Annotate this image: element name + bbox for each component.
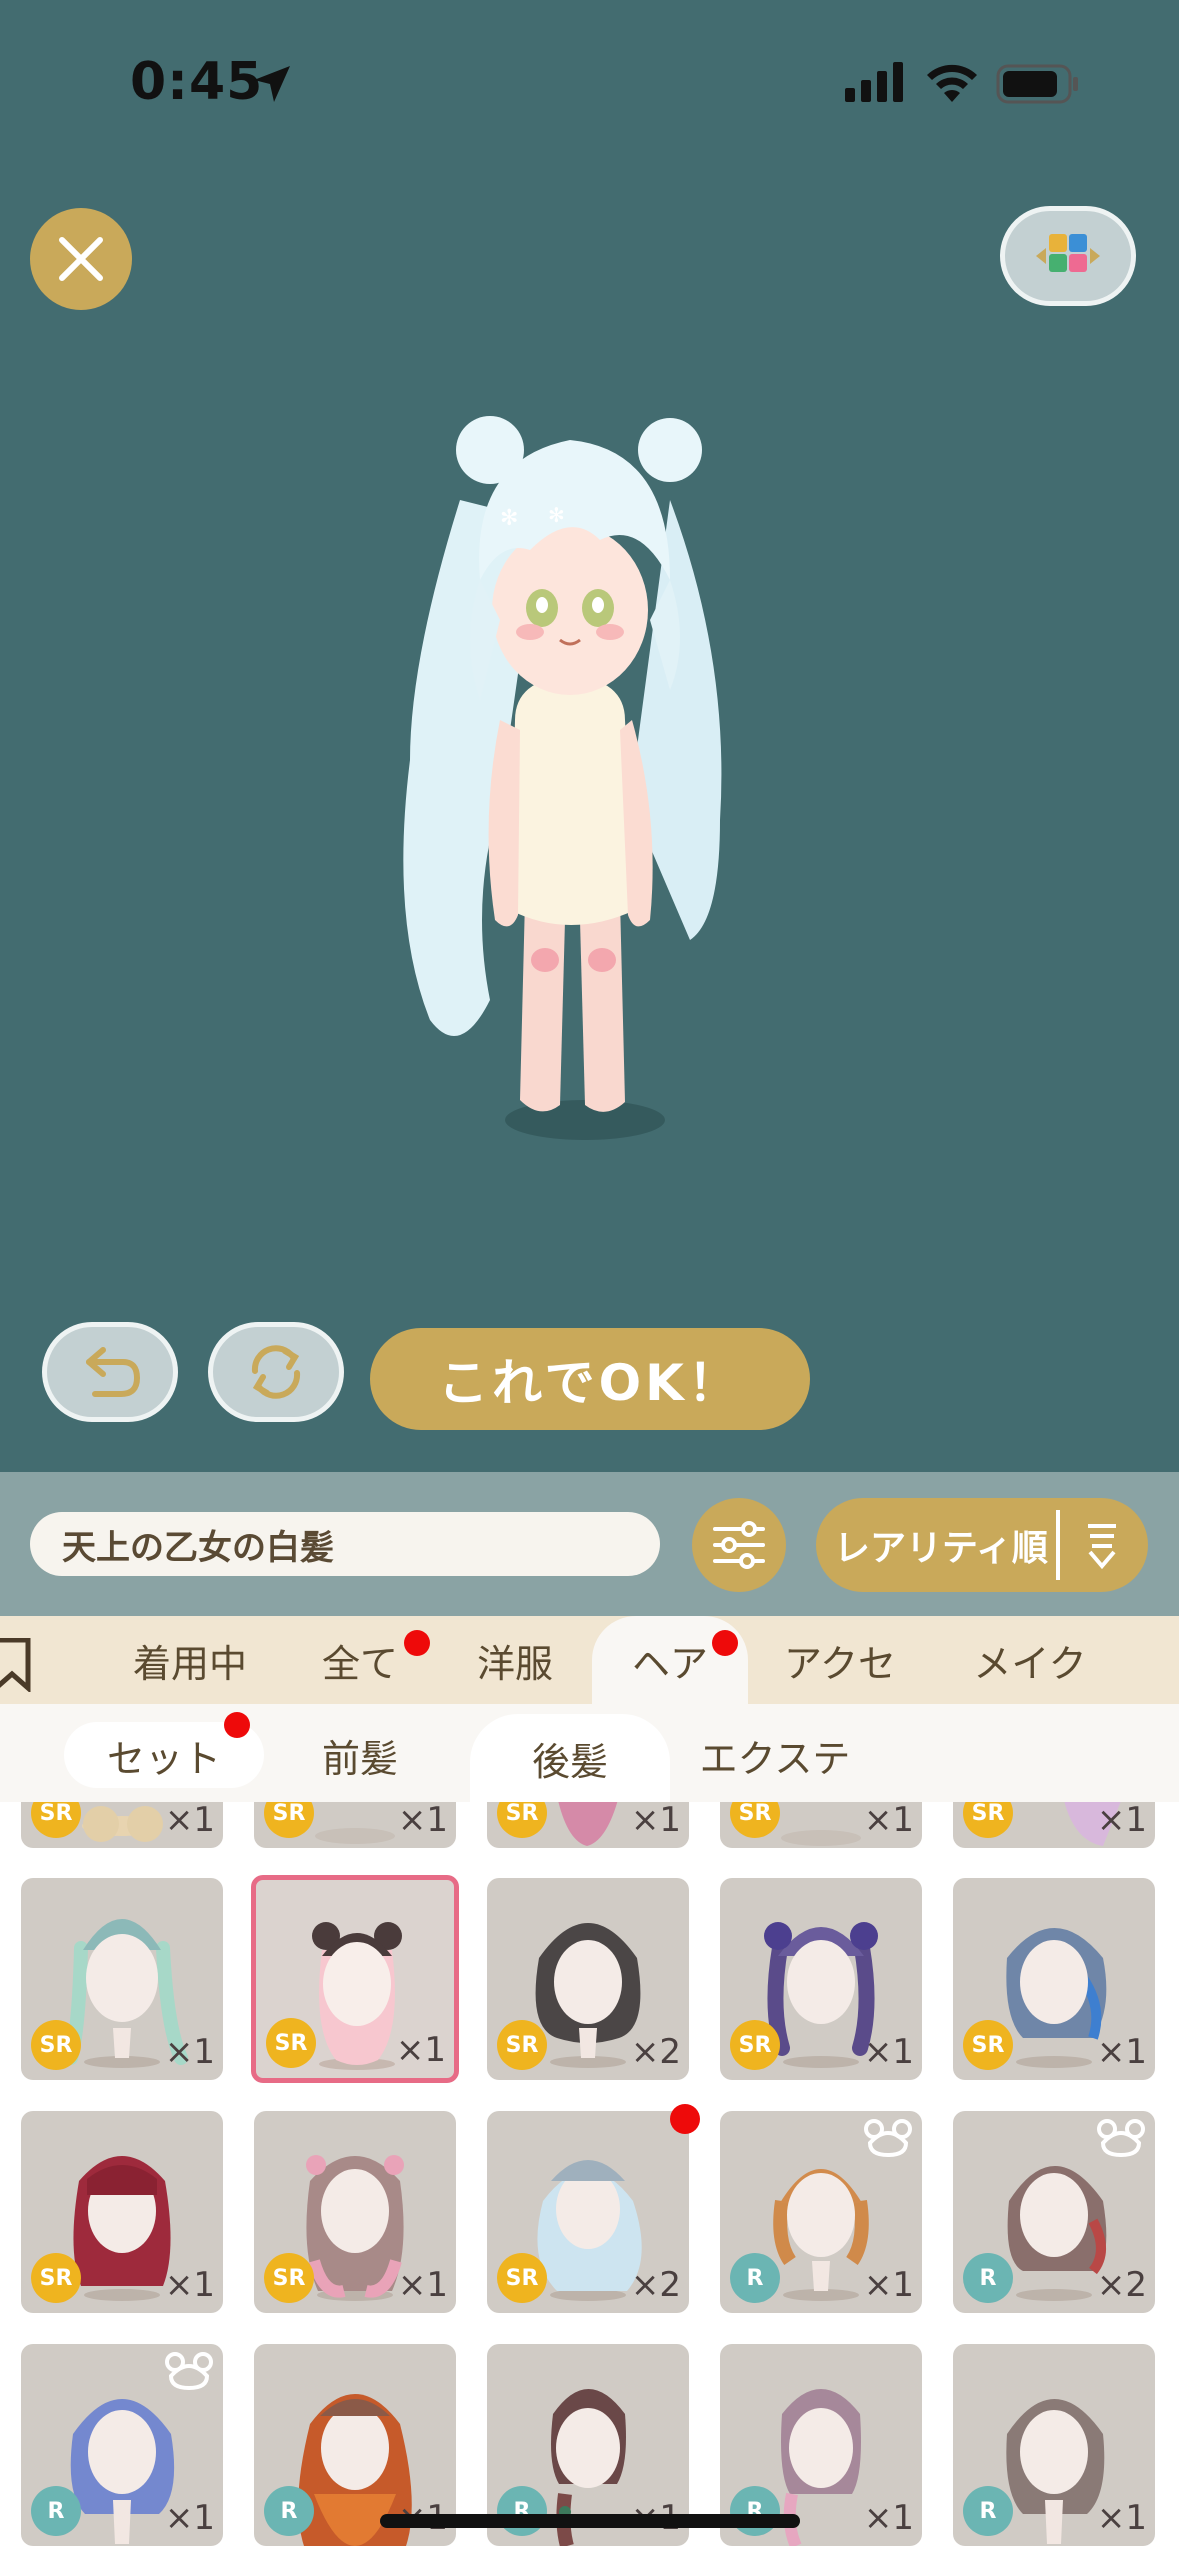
hair-item[interactable]: SR ×1 bbox=[720, 1878, 922, 2080]
confirm-ok-button[interactable]: これでOK！ bbox=[370, 1328, 810, 1430]
item-quantity: ×1 bbox=[397, 2265, 448, 2305]
tab-clothes[interactable]: 洋服 bbox=[445, 1616, 585, 1704]
rarity-badge: SR bbox=[497, 2020, 547, 2070]
rarity-badge: R bbox=[730, 2253, 780, 2303]
rarity-badge: R bbox=[497, 2486, 547, 2536]
notification-dot bbox=[712, 1630, 738, 1656]
hair-item[interactable]: SR ×1 bbox=[254, 1802, 456, 1848]
tab-wearing[interactable]: 着用中 bbox=[110, 1616, 270, 1704]
rarity-badge: SR bbox=[264, 2253, 314, 2303]
hair-item[interactable]: R ×1 bbox=[21, 2344, 223, 2546]
item-quantity: ×2 bbox=[630, 2265, 681, 2305]
hair-item[interactable]: SR ×1 bbox=[254, 2111, 456, 2313]
rarity-badge: R bbox=[963, 2486, 1013, 2536]
item-quantity: ×2 bbox=[1096, 2265, 1147, 2305]
color-grid-icon bbox=[1036, 234, 1100, 272]
hair-item[interactable]: SR ×1 bbox=[953, 1878, 1155, 2080]
search-input[interactable]: 天上の乙女の白髪 bbox=[30, 1512, 660, 1576]
battery-icon bbox=[996, 64, 1078, 104]
item-quantity: ×1 bbox=[395, 2030, 446, 2070]
notification-dot bbox=[404, 1630, 430, 1656]
item-quantity: ×1 bbox=[863, 2498, 914, 2538]
item-grid: SR ×1 SR ×1 SR ×1 SR ×1 SR ×1 SR ×1 SR ×… bbox=[0, 1802, 1179, 2556]
avatar-character: ✻ ✻ bbox=[403, 416, 722, 1140]
rarity-badge: SR bbox=[730, 2020, 780, 2070]
subtab-front-hair[interactable]: 前髪 bbox=[280, 1722, 440, 1788]
bear-ears-icon bbox=[864, 2119, 912, 2157]
item-quantity: ×2 bbox=[630, 2032, 681, 2072]
bookmark-icon[interactable] bbox=[0, 1638, 34, 1692]
hair-item[interactable]: R ×1 bbox=[720, 2111, 922, 2313]
hair-item[interactable]: SR ×2 bbox=[487, 1878, 689, 2080]
avatar-stage: 0:45 ✻ ✻ これでOK！ bbox=[0, 0, 1179, 1472]
hair-item[interactable]: SR ×2 bbox=[487, 2111, 689, 2313]
home-indicator[interactable] bbox=[380, 2514, 800, 2528]
hair-item[interactable]: SR ×1 bbox=[21, 2111, 223, 2313]
subtab-back-hair[interactable]: 後髪 bbox=[470, 1714, 670, 1802]
close-icon bbox=[59, 237, 103, 281]
cellular-signal-icon bbox=[845, 62, 903, 102]
rarity-badge: SR bbox=[31, 2020, 81, 2070]
notification-dot bbox=[670, 2104, 700, 2134]
sort-label: レアリティ順 bbox=[834, 1528, 1048, 1569]
tab-makeup[interactable]: メイク bbox=[950, 1616, 1110, 1704]
hair-sub-tabs: セット 前髪 後髪 エクステ bbox=[0, 1704, 1179, 1802]
rarity-badge: SR bbox=[31, 2253, 81, 2303]
svg-text:✻: ✻ bbox=[548, 503, 565, 527]
item-quantity: ×1 bbox=[1096, 2032, 1147, 2072]
bear-ears-icon bbox=[1097, 2119, 1145, 2157]
close-button[interactable] bbox=[30, 208, 132, 310]
location-arrow-icon bbox=[254, 66, 290, 102]
wifi-icon bbox=[927, 64, 977, 102]
rarity-badge: R bbox=[963, 2253, 1013, 2303]
rarity-badge: SR bbox=[497, 2253, 547, 2303]
item-quantity: ×1 bbox=[397, 1802, 448, 1840]
notification-dot bbox=[224, 1712, 250, 1738]
item-quantity: ×1 bbox=[863, 1802, 914, 1840]
hair-item[interactable]: SR ×1 bbox=[21, 1878, 223, 2080]
tab-accessory[interactable]: アクセ bbox=[760, 1616, 920, 1704]
status-bar: 0:45 bbox=[0, 0, 1179, 170]
hair-item[interactable]: SR ×1 bbox=[21, 1802, 223, 1848]
hair-item[interactable]: R ×1 bbox=[953, 2344, 1155, 2546]
hair-item[interactable]: SR ×1 bbox=[720, 1802, 922, 1848]
status-time: 0:45 bbox=[130, 52, 264, 112]
sort-order-icon bbox=[1088, 1524, 1116, 1570]
rarity-badge: R bbox=[31, 2486, 81, 2536]
undo-button[interactable] bbox=[42, 1322, 178, 1422]
sliders-icon bbox=[713, 1521, 765, 1569]
hair-item[interactable]: SR ×1 bbox=[487, 1802, 689, 1848]
rarity-badge: SR bbox=[963, 2020, 1013, 2070]
item-quantity: ×1 bbox=[1096, 2498, 1147, 2538]
item-quantity: ×1 bbox=[164, 2032, 215, 2072]
rarity-badge: SR bbox=[266, 2018, 316, 2068]
item-quantity: ×1 bbox=[863, 2265, 914, 2305]
item-quantity: ×1 bbox=[164, 2265, 215, 2305]
svg-text:✻: ✻ bbox=[500, 506, 518, 531]
sort-button[interactable]: レアリティ順 bbox=[816, 1498, 1148, 1592]
category-tabs: 着用中 全て 洋服 ヘア アクセ メイク bbox=[0, 1616, 1179, 1704]
rarity-badge: R bbox=[730, 2486, 780, 2536]
hair-item[interactable]: R ×2 bbox=[953, 2111, 1155, 2313]
item-quantity: ×1 bbox=[164, 2498, 215, 2538]
search-row: 天上の乙女の白髪 レアリティ順 bbox=[0, 1472, 1179, 1616]
item-quantity: ×1 bbox=[630, 1802, 681, 1840]
item-quantity: ×1 bbox=[863, 2032, 914, 2072]
item-quantity: ×1 bbox=[1096, 1802, 1147, 1840]
item-quantity: ×1 bbox=[164, 1802, 215, 1840]
undo-icon bbox=[86, 1347, 141, 1397]
layout-toggle-button[interactable] bbox=[1000, 206, 1136, 306]
bear-ears-icon bbox=[165, 2352, 213, 2390]
tab-all[interactable]: 全て bbox=[290, 1616, 430, 1704]
hair-item[interactable]: SR ×1 bbox=[953, 1802, 1155, 1848]
subtab-extensions[interactable]: エクステ bbox=[690, 1722, 860, 1788]
filter-button[interactable] bbox=[692, 1498, 786, 1592]
sort-divider bbox=[1056, 1510, 1060, 1580]
hair-item-selected[interactable]: SR ×1 bbox=[251, 1875, 459, 2083]
reset-button[interactable] bbox=[208, 1322, 344, 1422]
refresh-icon bbox=[251, 1345, 301, 1399]
rarity-badge: R bbox=[264, 2486, 314, 2536]
